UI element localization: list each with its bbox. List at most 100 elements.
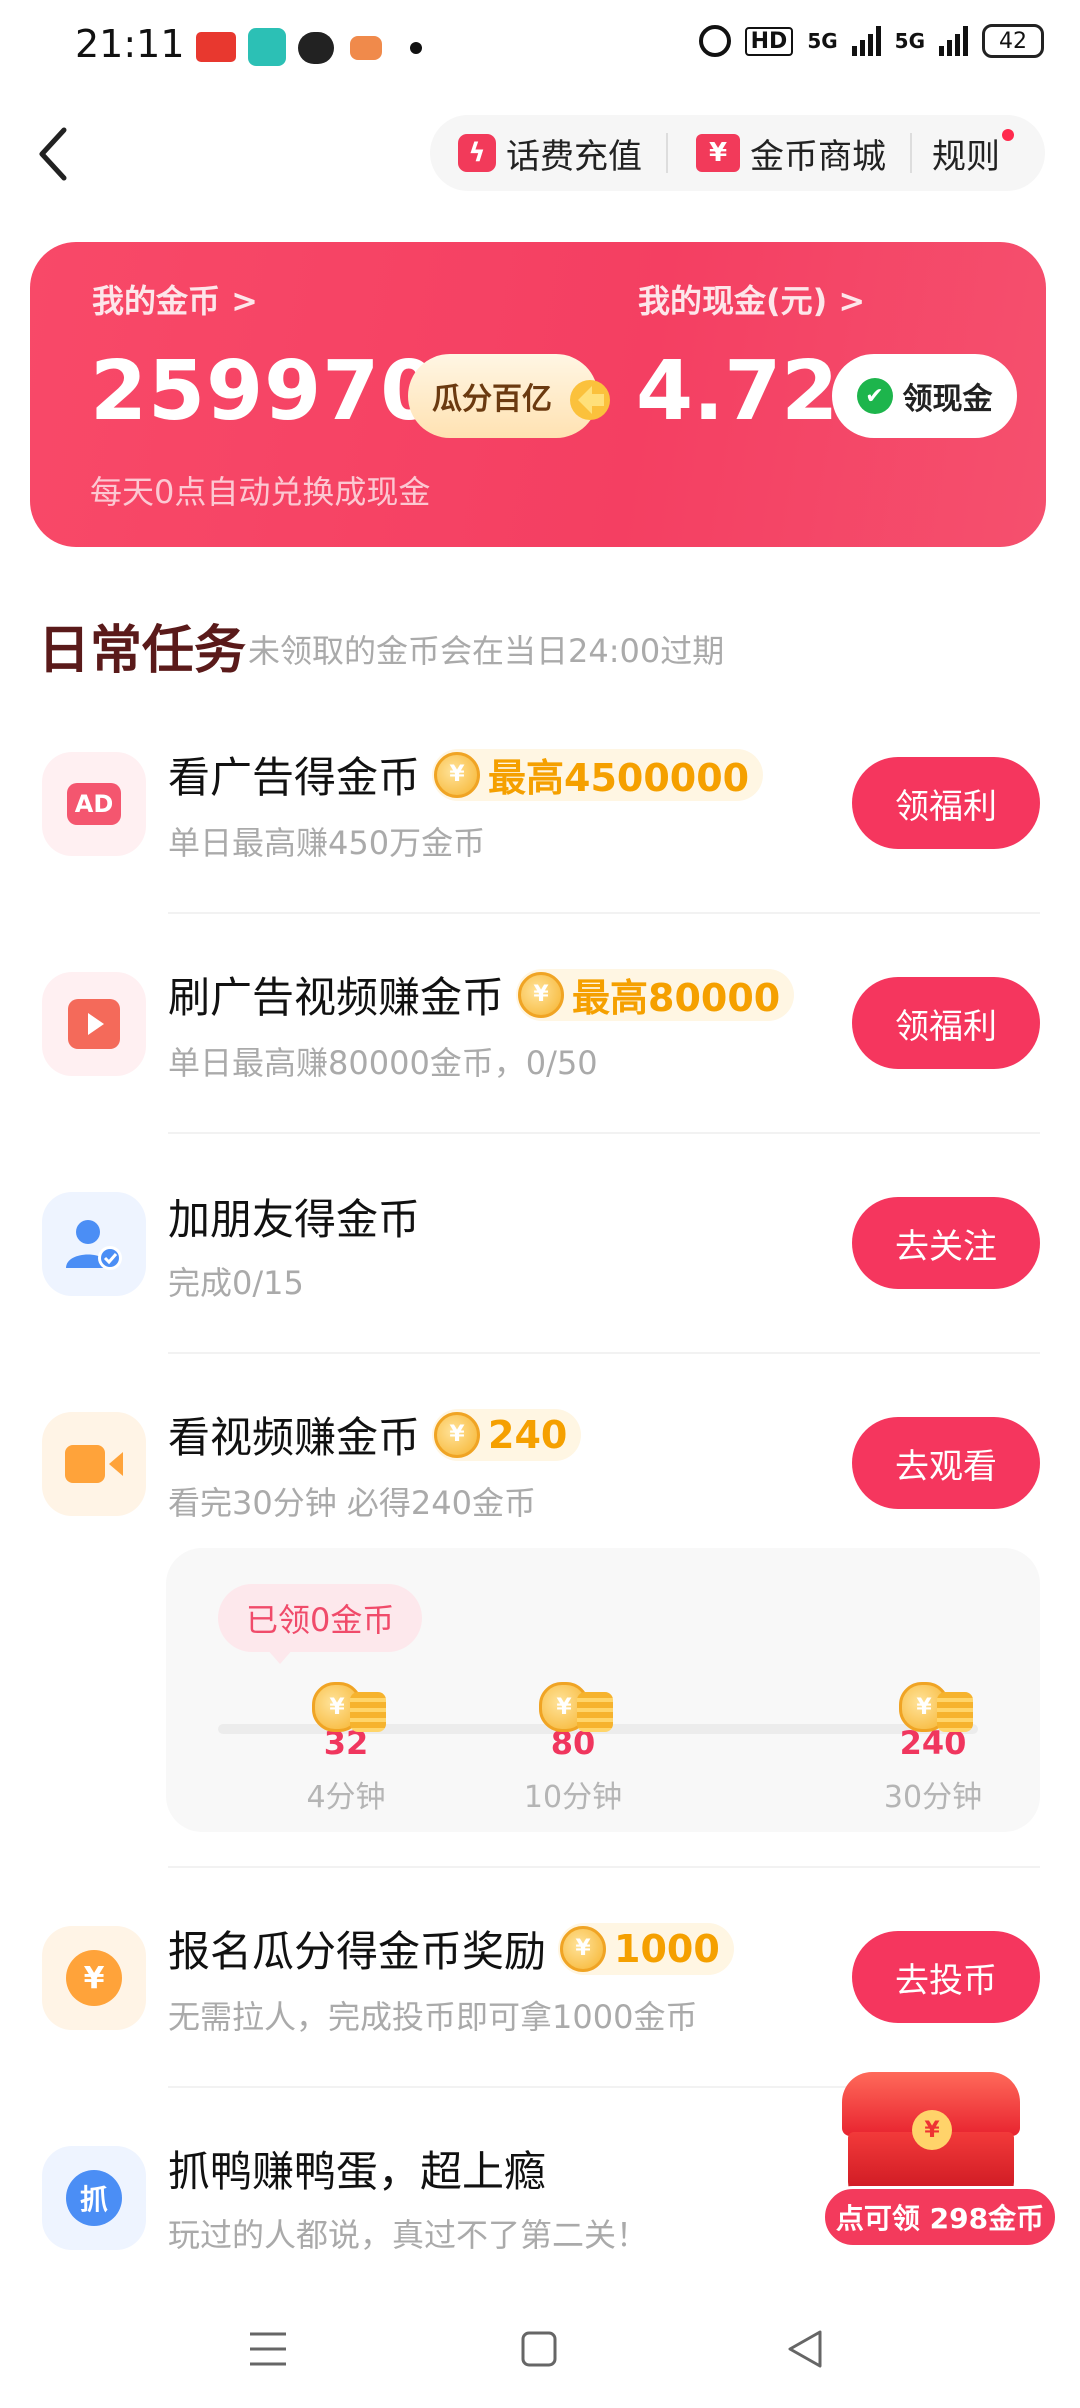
toutiao-icon [196, 32, 236, 62]
withdraw-cash-button[interactable]: ✔ 领现金 [832, 354, 1017, 438]
task-title-text: 报名瓜分得金币奖励 [168, 1927, 547, 1976]
wallet-card: 我的金币 > 我的现金(元) > 259970 瓜分百亿 4.72 ✔ 领现金 … [30, 242, 1046, 547]
ticket-icon: ¥ [696, 134, 740, 172]
coin-balance: 259970 [90, 344, 439, 439]
gold-arrow-icon [570, 380, 610, 420]
task-action-button[interactable]: 去关注 [852, 1197, 1040, 1289]
grab-icon: 抓 [42, 2146, 146, 2250]
yuan-coin-icon: ¥ [42, 1926, 146, 2030]
menu-icon[interactable] [248, 2330, 288, 2368]
my-cash-link[interactable]: 我的现金(元) > [638, 276, 865, 322]
battery-icon: 42 [982, 24, 1044, 58]
coin-icon: ¥ [518, 971, 565, 1018]
reward-badge: ¥1000 [558, 1922, 734, 1975]
cash-balance: 4.72 [636, 344, 839, 439]
task-action-button[interactable]: 去投币 [852, 1931, 1040, 2023]
milestone: ¥ 240 30分钟 [863, 1682, 1003, 1816]
task-title: 刷广告视频赚金币 ¥ 最高80000 [168, 964, 795, 1025]
reward-badge: ¥240 [432, 1408, 582, 1461]
coin-stack-icon: ¥ [889, 1682, 977, 1738]
watch-progress-panel: 已领0金币 ¥ 32 4分钟 ¥ 80 10分钟 ¥ 240 30分钟 [166, 1548, 1040, 1832]
my-coins-link[interactable]: 我的金币 > [92, 276, 258, 322]
notification-dot-icon [410, 42, 422, 54]
lightning-icon: ϟ [458, 134, 496, 172]
task-title: 抓鸭赚鸭蛋，超上瘾 [168, 2138, 546, 2199]
back-triangle-icon[interactable] [786, 2328, 824, 2370]
milestone-label: 10分钟 [523, 1780, 623, 1815]
task-action-button[interactable]: 领福利 [852, 757, 1040, 849]
task-title-text: 看视频赚金币 [168, 1413, 421, 1462]
badge-pointer [266, 1648, 294, 1664]
claim-coins-floating-button[interactable]: 点可领 298金币 [822, 2186, 1058, 2248]
signal-bars-icon [851, 26, 881, 56]
back-arrow-icon[interactable] [34, 124, 74, 184]
task-subtitle: 单日最高赚450万金币 [168, 824, 486, 862]
claimed-coins-badge: 已领0金币 [218, 1584, 423, 1652]
rules-label: 规则 [932, 136, 1000, 177]
divider [168, 2086, 868, 2088]
chest-lock-icon: ¥ [912, 2110, 952, 2150]
coin-stack-icon: ¥ [302, 1682, 390, 1738]
coin-icon: ¥ [560, 1925, 607, 1972]
task-subtitle: 玩过的人都说，真过不了第二关！ [168, 2216, 649, 2254]
task-subtitle: 完成0/15 [168, 1264, 304, 1302]
header-actions: ϟ 话费充值 ¥ 金币商城 规则 [430, 115, 1045, 191]
status-bar: 21:11 HD 5G 5G 42 [0, 0, 1080, 96]
task-subtitle: 单日最高赚80000金币，0/50 [168, 1044, 598, 1082]
ad-icon: AD [42, 752, 146, 856]
divider [168, 1866, 1040, 1868]
xianyu-icon [248, 28, 286, 66]
status-indicators: HD 5G 5G 42 [698, 24, 1044, 58]
milestone-label: 4分钟 [306, 1780, 386, 1815]
share-billions-label: 瓜分百亿 [432, 382, 552, 417]
task-action-button[interactable]: 领福利 [852, 977, 1040, 1069]
milestone: ¥ 80 10分钟 [503, 1682, 643, 1816]
coin-pile-icon [577, 1692, 613, 1732]
reward-badge: ¥ 最高4500000 [432, 748, 764, 801]
reward-value: 最高4500000 [488, 756, 750, 800]
reward-value: 240 [488, 1412, 568, 1457]
red-dot-badge [1002, 129, 1014, 141]
coin-mall-label: 金币商城 [750, 136, 886, 177]
task-action-button[interactable]: 去观看 [852, 1417, 1040, 1509]
auto-exchange-note: 每天0点自动兑换成现金 [90, 473, 431, 511]
reward-value: 1000 [614, 1926, 720, 1971]
coin-stack-icon: ¥ [529, 1682, 617, 1738]
withdraw-cash-label: 领现金 [902, 382, 993, 417]
milestone: ¥ 32 4分钟 [276, 1682, 416, 1816]
battery-level: 42 [999, 28, 1027, 54]
video-camera-icon [42, 1412, 146, 1516]
status-time: 21:11 [75, 22, 185, 66]
task-title: 看视频赚金币 ¥240 [168, 1404, 582, 1465]
section-note: 未领取的金币会在当日24:00过期 [248, 632, 725, 670]
hd-label: HD [744, 26, 794, 56]
coin-icon: ¥ [434, 751, 481, 798]
wechat-pay-icon: ✔ [856, 378, 893, 414]
task-title: 加朋友得金币 [168, 1186, 420, 1247]
task-title-text: 加朋友得金币 [168, 1195, 421, 1244]
divider [168, 1352, 1040, 1354]
task-title-text: 抓鸭赚鸭蛋，超上瘾 [168, 2147, 547, 2196]
add-friend-icon [42, 1192, 146, 1296]
system-nav-bar [0, 2290, 1080, 2408]
wechat-icon [298, 32, 334, 64]
home-icon[interactable] [520, 2330, 558, 2368]
rules-button[interactable]: 规则 [912, 115, 1014, 191]
video-play-icon [42, 972, 146, 1076]
treasure-chest-icon[interactable]: ¥ [842, 2062, 1020, 2202]
coin-pile-icon [937, 1692, 973, 1732]
task-subtitle: 无需拉人，完成投币即可拿1000金币 [168, 1998, 698, 2036]
alarm-icon [698, 25, 731, 57]
task-title: 报名瓜分得金币奖励 ¥1000 [168, 1918, 734, 1979]
task-subtitle: 看完30分钟 必得240金币 [168, 1484, 536, 1522]
task-title-text: 刷广告视频赚金币 [168, 973, 505, 1022]
divider [168, 912, 1040, 914]
recharge-button[interactable]: ϟ 话费充值 [430, 115, 642, 191]
signal-5g-1-label: 5G [807, 29, 838, 53]
coin-mall-button[interactable]: ¥ 金币商城 [668, 115, 886, 191]
task-title-text: 看广告得金币 [168, 753, 421, 802]
user-check-icon [66, 1220, 122, 1270]
coin-icon: ¥ [434, 1411, 481, 1458]
coin-pile-icon [350, 1692, 386, 1732]
signal-5g-2-label: 5G [894, 29, 925, 53]
